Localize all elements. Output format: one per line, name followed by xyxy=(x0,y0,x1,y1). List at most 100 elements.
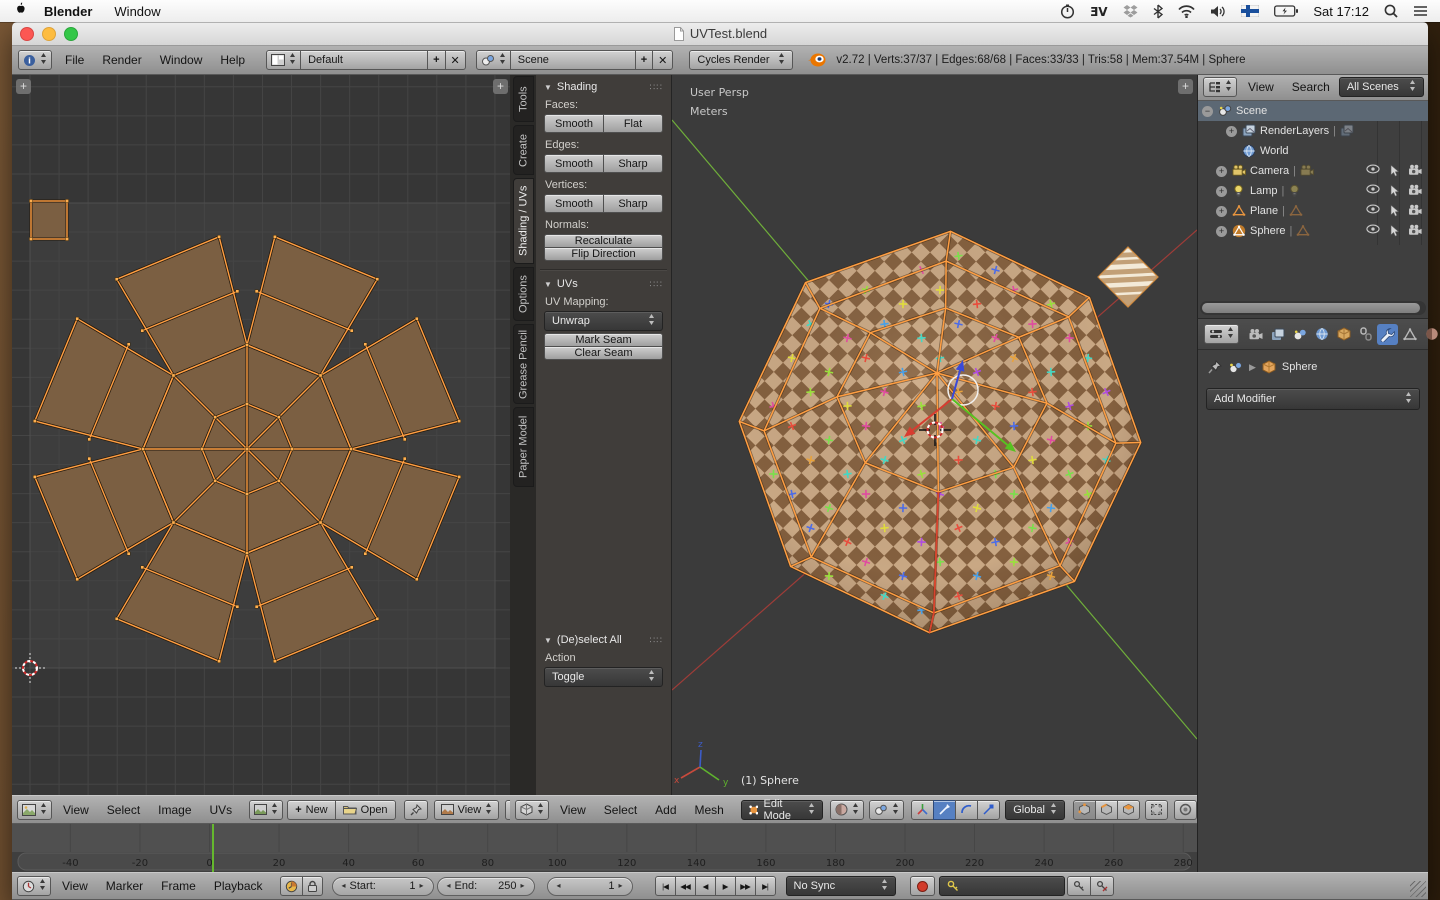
up-down-arrows-icon[interactable] xyxy=(648,313,655,329)
tool-shelf-tab-tools[interactable]: Tools xyxy=(513,76,534,122)
selectability-toggle-icon[interactable] xyxy=(1389,224,1403,238)
outliner-filter-dropdown[interactable]: All Scenes xyxy=(1339,77,1424,97)
viewport-menu-select[interactable]: Select xyxy=(595,803,646,817)
clear-seam-button[interactable]: Clear Seam xyxy=(544,346,663,360)
screen-layout-name-field[interactable]: Default xyxy=(300,50,428,70)
new-image-button[interactable]: +New xyxy=(287,800,335,820)
uv-editor-type-button[interactable] xyxy=(17,800,52,820)
panel-header-deselect-all[interactable]: ▼(De)select All∷∷ xyxy=(544,634,663,646)
properties-tab-scene[interactable] xyxy=(1289,324,1310,345)
up-down-arrows-icon[interactable] xyxy=(485,802,492,818)
outliner-item-sphere[interactable]: +Sphere| xyxy=(1198,221,1428,241)
jump-end-button[interactable]: ▶| xyxy=(755,876,776,896)
uv-menu-image[interactable]: Image xyxy=(149,803,200,817)
renderability-toggle-icon[interactable] xyxy=(1408,224,1422,238)
selectability-toggle-icon[interactable] xyxy=(1389,164,1403,178)
viewport-menu-mesh[interactable]: Mesh xyxy=(686,803,733,817)
keyboard-flag-icon[interactable] xyxy=(1241,5,1259,17)
up-down-arrows-icon[interactable] xyxy=(1225,79,1232,95)
face-select-button[interactable] xyxy=(1117,800,1140,820)
vertex-smooth-button[interactable]: Smooth xyxy=(544,194,604,213)
flip-normals-button[interactable]: Flip Direction xyxy=(544,247,663,261)
expander-icon[interactable]: + xyxy=(1226,126,1237,137)
properties-tab-render[interactable] xyxy=(1245,324,1266,345)
outliner-menu-search[interactable]: Search xyxy=(1283,80,1339,94)
up-down-arrows-icon[interactable] xyxy=(289,52,296,68)
manipulator-toggle-button[interactable] xyxy=(911,800,934,820)
viewport-menu-view[interactable]: View xyxy=(551,803,595,817)
spotlight-icon[interactable] xyxy=(1384,4,1398,18)
action-dropdown[interactable]: Toggle xyxy=(544,667,663,687)
up-down-arrows-icon[interactable] xyxy=(852,802,859,818)
up-down-arrows-icon[interactable] xyxy=(648,669,655,685)
current-frame-field[interactable]: ◂1▸ xyxy=(547,877,633,896)
visibility-toggle-icon[interactable] xyxy=(1366,164,1380,178)
visibility-toggle-icon[interactable] xyxy=(1366,204,1380,218)
rotate-manipulator-button[interactable] xyxy=(955,800,978,820)
up-down-arrows-icon[interactable] xyxy=(40,52,47,68)
frame-start-field[interactable]: ◂Start: 1▸ xyxy=(332,877,434,896)
delete-scene-button[interactable]: ✕ xyxy=(652,50,673,70)
timeline-tracks[interactable]: -40-200204060801001201401601802002202402… xyxy=(12,822,1197,872)
outliner-item-camera[interactable]: +Camera| xyxy=(1198,161,1428,181)
auto-keyframe-button[interactable] xyxy=(910,876,935,896)
edge-sharp-button[interactable]: Sharp xyxy=(603,154,663,173)
up-down-arrows-icon[interactable] xyxy=(537,802,544,818)
pin-image-button[interactable] xyxy=(404,800,428,820)
up-down-arrows-icon[interactable] xyxy=(40,802,47,818)
macos-menu-window[interactable]: Window xyxy=(103,4,171,19)
visibility-toggle-icon[interactable] xyxy=(1366,224,1380,238)
properties-tab-object-data[interactable] xyxy=(1399,324,1420,345)
notification-center-icon[interactable] xyxy=(1413,5,1428,17)
translate-manipulator-button[interactable] xyxy=(933,800,956,820)
tool-shelf-tab-options[interactable]: Options xyxy=(513,267,534,321)
vertex-select-button[interactable] xyxy=(1073,800,1096,820)
outliner-item-plane[interactable]: +Plane| xyxy=(1198,201,1428,221)
object-cube-icon[interactable] xyxy=(1262,360,1276,374)
timer-icon[interactable] xyxy=(1060,4,1075,19)
add-screen-layout-button[interactable]: + xyxy=(427,50,445,70)
renderability-toggle-icon[interactable] xyxy=(1408,204,1422,218)
render-engine-dropdown[interactable]: Cycles Render xyxy=(689,50,793,70)
panel-header-uvs[interactable]: ▼UVs∷∷ xyxy=(544,278,663,290)
tool-shelf-tab-create[interactable]: Create xyxy=(513,125,534,175)
tool-shelf-tab-grease-pencil[interactable]: Grease Pencil xyxy=(513,324,534,404)
properties-tab-world[interactable] xyxy=(1311,324,1332,345)
mode-dropdown[interactable]: Edit Mode xyxy=(741,800,823,820)
viewport-menu-add[interactable]: Add xyxy=(646,803,685,817)
lock-time-button[interactable] xyxy=(302,876,323,896)
info-menu-render[interactable]: Render xyxy=(93,53,150,67)
vertex-sharp-button[interactable]: Sharp xyxy=(603,194,663,213)
wifi-icon[interactable] xyxy=(1178,5,1195,18)
renderability-toggle-icon[interactable] xyxy=(1408,184,1422,198)
up-down-arrows-icon[interactable] xyxy=(499,52,506,68)
region-expand-icon[interactable]: + xyxy=(493,79,508,94)
outliner-item-renderlayers[interactable]: +RenderLayers| xyxy=(1198,121,1428,141)
properties-tab-object[interactable] xyxy=(1333,324,1354,345)
outliner-item-world[interactable]: World xyxy=(1198,141,1428,161)
region-expand-icon[interactable]: + xyxy=(16,79,31,94)
uv-island-plane[interactable] xyxy=(31,201,67,239)
mark-seam-button[interactable]: Mark Seam xyxy=(544,333,663,347)
outliner-editor-type-button[interactable] xyxy=(1203,77,1237,97)
properties-tab-render-layers[interactable] xyxy=(1267,324,1288,345)
up-down-arrows-icon[interactable] xyxy=(808,802,815,818)
macos-app-menu[interactable]: Blender xyxy=(33,4,103,19)
up-down-arrows-icon[interactable] xyxy=(881,878,888,894)
bluetooth-icon[interactable] xyxy=(1153,4,1163,19)
play-reverse-button[interactable]: ◀ xyxy=(695,876,716,896)
properties-tab-modifiers[interactable] xyxy=(1377,324,1398,345)
resize-grip[interactable] xyxy=(1410,881,1426,897)
limit-selection-visible-button[interactable] xyxy=(1145,800,1168,820)
edge-select-button[interactable] xyxy=(1095,800,1118,820)
keying-set-field[interactable] xyxy=(939,876,1065,896)
insert-keyframe-button[interactable] xyxy=(1067,876,1091,896)
next-keyframe-button[interactable]: ▶▶ xyxy=(735,876,756,896)
battery-icon[interactable] xyxy=(1274,5,1298,17)
renderability-toggle-icon[interactable] xyxy=(1408,164,1422,178)
open-image-button[interactable]: Open xyxy=(335,800,396,820)
expander-icon[interactable]: + xyxy=(1216,206,1227,217)
info-editor-type-button[interactable]: i xyxy=(18,50,52,70)
timeline-menu-marker[interactable]: Marker xyxy=(97,879,152,893)
uv-menu-view[interactable]: View xyxy=(54,803,98,817)
